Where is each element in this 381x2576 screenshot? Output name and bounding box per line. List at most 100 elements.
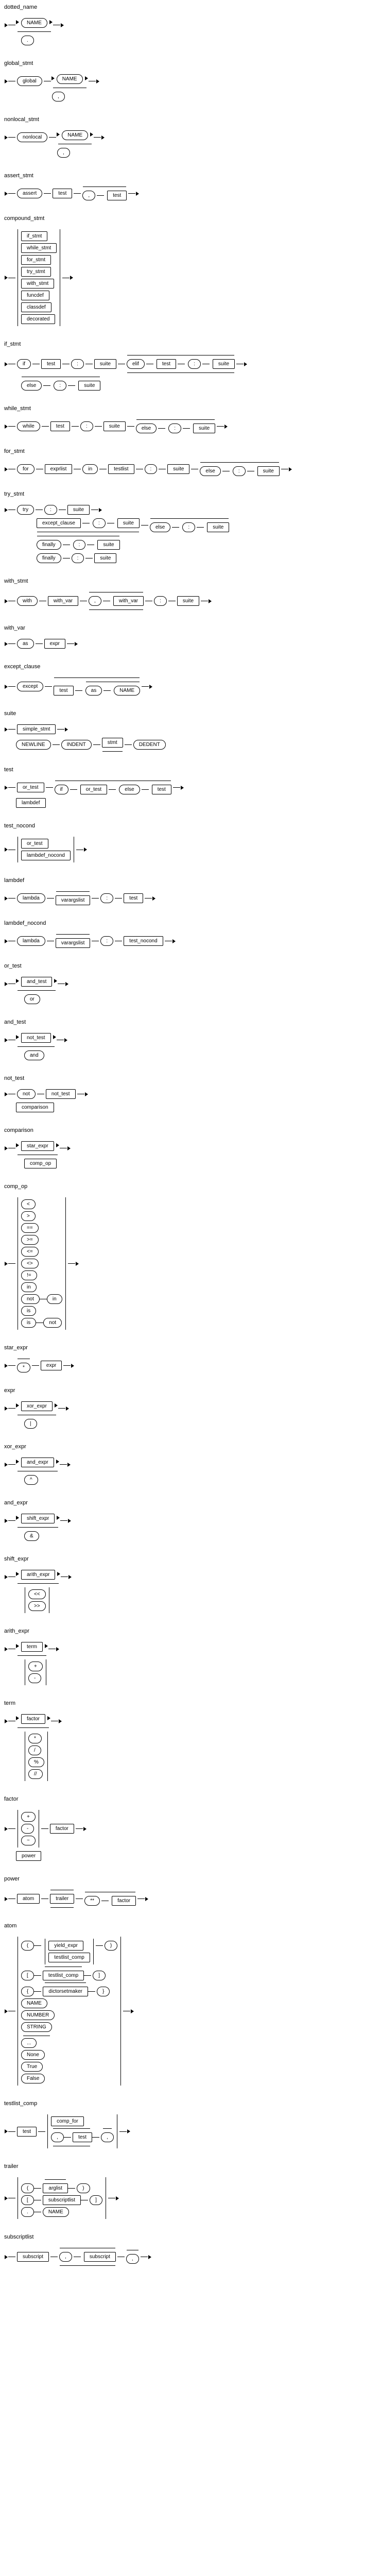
terminal-name: NAME bbox=[62, 130, 88, 140]
terminal-lbrace: { bbox=[21, 1987, 34, 1996]
rule-title: expr bbox=[4, 1387, 377, 1394]
terminal-newline: NEWLINE bbox=[16, 740, 51, 750]
rule-power: power atom trailer ** factor bbox=[4, 1876, 377, 1913]
terminal-comma: , bbox=[101, 2132, 114, 2142]
terminal-if: if bbox=[55, 785, 68, 794]
nonterminal-subscript: subscript bbox=[84, 2252, 116, 2262]
rule-factor: factor + - ~ factor power bbox=[4, 1796, 377, 1867]
nonterminal-suite: suite bbox=[257, 466, 280, 476]
nonterminal: try_stmt bbox=[21, 267, 51, 277]
nonterminal: funcdef bbox=[21, 291, 49, 300]
nonterminal-comp-for: comp_for bbox=[51, 2116, 84, 2126]
nonterminal-varargslist: varargslist bbox=[56, 938, 91, 948]
rule-global-stmt: global_stmt global NAME , bbox=[4, 60, 377, 107]
terminal-colon: : bbox=[73, 540, 86, 550]
terminal-false: False bbox=[21, 2074, 45, 2083]
terminal-rshift: >> bbox=[28, 1601, 46, 1611]
rule-with-var: with_var as expr bbox=[4, 625, 377, 654]
terminal-for: for bbox=[17, 464, 34, 474]
nonterminal-suite: suite bbox=[97, 540, 119, 550]
nonterminal-test: test bbox=[53, 189, 72, 198]
terminal-colon: : bbox=[80, 421, 93, 431]
terminal-colon: : bbox=[168, 423, 181, 433]
terminal-elif: elif bbox=[127, 359, 145, 369]
nonterminal-and-expr: and_expr bbox=[21, 1458, 54, 1467]
rule-title: while_stmt bbox=[4, 405, 377, 412]
terminal-nonlocal: nonlocal bbox=[17, 132, 47, 142]
rule-atom: atom ( yield_expr testlist_comp ) [ test… bbox=[4, 1923, 377, 2091]
rule-title: with_stmt bbox=[4, 578, 377, 584]
rule-title: testlist_comp bbox=[4, 2100, 377, 2107]
terminal-comma: , bbox=[51, 2132, 64, 2142]
terminal-name: NAME bbox=[57, 74, 83, 84]
rule-comparison: comparison star_expr comp_op bbox=[4, 1127, 377, 1174]
nonterminal: if_stmt bbox=[21, 231, 47, 241]
terminal-percent: % bbox=[28, 1757, 44, 1767]
nonterminal-yield-expr: yield_expr bbox=[48, 1941, 83, 1951]
terminal: >= bbox=[21, 1235, 39, 1245]
rule-title: global_stmt bbox=[4, 60, 377, 66]
diagram: NAME . bbox=[4, 12, 377, 51]
terminal-else: else bbox=[136, 423, 157, 433]
rule-title: term bbox=[4, 1700, 377, 1706]
nonterminal-shift-expr: shift_expr bbox=[21, 1514, 55, 1523]
rule-and-test: and_test not_test and bbox=[4, 1019, 377, 1066]
rule-testlist-comp: testlist_comp test comp_for , test , bbox=[4, 2100, 377, 2154]
nonterminal: with_stmt bbox=[21, 279, 54, 289]
terminal-if: if bbox=[17, 359, 31, 369]
terminal-minus: - bbox=[28, 1673, 41, 1683]
terminal-global: global bbox=[17, 76, 42, 86]
nonterminal-suite: suite bbox=[78, 381, 100, 391]
terminal-in: in bbox=[47, 1294, 62, 1304]
terminal-caret: ^ bbox=[24, 1475, 38, 1485]
terminal-minus: - bbox=[21, 1824, 34, 1834]
terminal-finally: finally bbox=[37, 540, 61, 550]
terminal-except: except bbox=[17, 682, 43, 691]
terminal-star: * bbox=[28, 1734, 42, 1743]
rule-title: star_expr bbox=[4, 1345, 377, 1351]
rule-except-clause: except_clause except test as NAME bbox=[4, 664, 377, 701]
terminal-with: with bbox=[17, 596, 38, 606]
rule-expr: expr xor_expr | bbox=[4, 1387, 377, 1434]
terminal-not: not bbox=[43, 1318, 62, 1328]
nonterminal-test: test bbox=[157, 359, 176, 369]
nonterminal: or_test bbox=[21, 839, 48, 849]
nonterminal-suite: suite bbox=[117, 518, 140, 528]
terminal-colon: : bbox=[233, 466, 246, 476]
terminal-string: STRING bbox=[21, 2022, 52, 2032]
terminal-name: NAME bbox=[21, 1998, 47, 2008]
terminal-rbracket: ] bbox=[93, 1971, 106, 1980]
terminal-colon: : bbox=[145, 464, 158, 474]
nonterminal-atom: atom bbox=[17, 1894, 40, 1904]
nonterminal-simple-stmt: simple_stmt bbox=[17, 724, 56, 734]
nonterminal-term: term bbox=[21, 1642, 43, 1652]
rule-lambdef: lambdef lambda varargslist : test bbox=[4, 877, 377, 911]
terminal-finally: finally bbox=[37, 553, 61, 563]
nonterminal-subscript: subscript bbox=[17, 2252, 49, 2262]
nonterminal-varargslist: varargslist bbox=[56, 895, 91, 905]
rule-title: or_test bbox=[4, 963, 377, 969]
nonterminal-test: test bbox=[54, 686, 73, 696]
terminal-as: as bbox=[17, 639, 34, 649]
rule-title: subscriptlist bbox=[4, 2234, 377, 2240]
nonterminal-with-var: with_var bbox=[48, 596, 78, 606]
rule-subscriptlist: subscriptlist subscript , subscript , bbox=[4, 2234, 377, 2272]
terminal-dot: . bbox=[21, 36, 34, 45]
terminal-rbrace: } bbox=[97, 1987, 110, 1996]
terminal-colon: : bbox=[93, 518, 106, 528]
nonterminal-expr: expr bbox=[44, 639, 65, 649]
nonterminal-suite: suite bbox=[207, 522, 229, 532]
nonterminal-star-expr: star_expr bbox=[21, 1141, 54, 1151]
terminal-comma: , bbox=[89, 596, 101, 606]
nonterminal-lambdef: lambdef bbox=[16, 798, 46, 808]
rule-star-expr: star_expr * expr bbox=[4, 1345, 377, 1378]
nonterminal-test: test bbox=[152, 785, 171, 794]
nonterminal-xor-expr: xor_expr bbox=[21, 1401, 53, 1411]
rule-title: if_stmt bbox=[4, 341, 377, 347]
nonterminal-test-nocond: test_nocond bbox=[124, 936, 163, 946]
terminal-plus: + bbox=[28, 1662, 43, 1671]
terminal-dot: . bbox=[21, 2207, 34, 2217]
terminal-plus: + bbox=[21, 1812, 36, 1822]
nonterminal-arglist: arglist bbox=[43, 2183, 68, 2193]
terminal-indent: INDENT bbox=[61, 740, 92, 750]
